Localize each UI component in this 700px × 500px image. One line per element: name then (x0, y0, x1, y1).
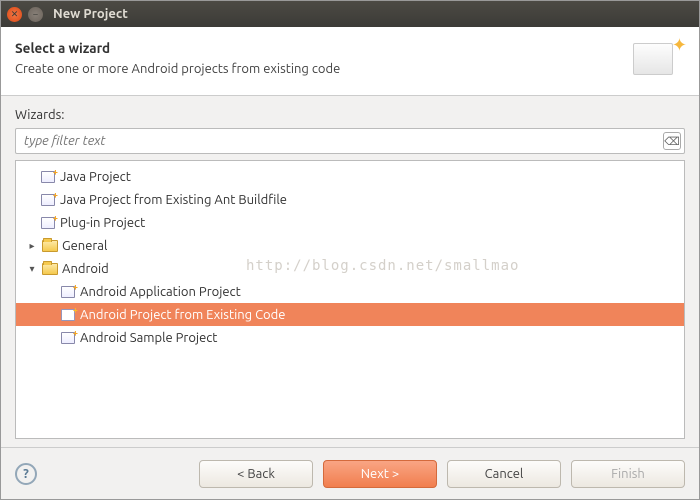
project-icon (40, 169, 56, 185)
tree-row[interactable]: ▾ Android (16, 257, 684, 280)
folder-open-icon (42, 238, 58, 254)
folder-open-icon (42, 261, 58, 277)
finish-button[interactable]: Finish (571, 460, 685, 488)
tree-row[interactable]: Java Project (16, 165, 684, 188)
tree-row[interactable]: ▸ General (16, 234, 684, 257)
tree-row[interactable]: Plug-in Project (16, 211, 684, 234)
tree-row[interactable]: Android Project from Existing Code (16, 303, 684, 326)
next-button[interactable]: Next > (323, 460, 437, 488)
cancel-button[interactable]: Cancel (447, 460, 561, 488)
wizard-body: Wizards: ⌫ Java Project Java Project from… (1, 96, 699, 447)
help-icon[interactable]: ? (15, 463, 37, 485)
wizard-icon: ✦ (633, 37, 685, 79)
tree-item-label: Plug-in Project (60, 216, 145, 230)
tree-item-label: Android Application Project (80, 285, 241, 299)
wizard-header: Select a wizard Create one or more Andro… (1, 27, 699, 96)
tree-item-label: Android Sample Project (80, 331, 217, 345)
wizards-label: Wizards: (15, 108, 685, 122)
tree-row[interactable]: Java Project from Existing Ant Buildfile (16, 188, 684, 211)
tree-item-label: Java Project (60, 170, 131, 184)
tree-item-label: General (62, 239, 107, 253)
wizard-tree[interactable]: Java Project Java Project from Existing A… (15, 160, 685, 439)
expand-arrow-icon[interactable]: ▾ (26, 263, 38, 275)
filter-wrap: ⌫ (15, 128, 685, 154)
wizard-footer: ? < Back Next > Cancel Finish (1, 447, 699, 499)
tree-item-label: Java Project from Existing Ant Buildfile (60, 193, 287, 207)
titlebar: ✕ – New Project (1, 1, 699, 27)
back-button[interactable]: < Back (199, 460, 313, 488)
new-project-dialog: ✕ – New Project Select a wizard Create o… (0, 0, 700, 500)
tree-item-label: Android Project from Existing Code (80, 308, 285, 322)
tree-item-label: Android (62, 262, 109, 276)
project-icon (60, 307, 76, 323)
minimize-icon[interactable]: – (28, 7, 43, 22)
project-icon (60, 284, 76, 300)
window-title: New Project (53, 7, 128, 21)
project-icon (60, 330, 76, 346)
clear-icon[interactable]: ⌫ (663, 132, 681, 150)
expand-arrow-icon[interactable]: ▸ (26, 240, 38, 252)
project-icon (40, 215, 56, 231)
header-text: Select a wizard Create one or more Andro… (15, 40, 340, 76)
close-icon[interactable]: ✕ (7, 7, 22, 22)
tree-row[interactable]: Android Application Project (16, 280, 684, 303)
header-description: Create one or more Android projects from… (15, 62, 340, 76)
header-heading: Select a wizard (15, 40, 340, 56)
tree-row[interactable]: Android Sample Project (16, 326, 684, 349)
filter-input[interactable] (15, 128, 685, 154)
project-icon (40, 192, 56, 208)
